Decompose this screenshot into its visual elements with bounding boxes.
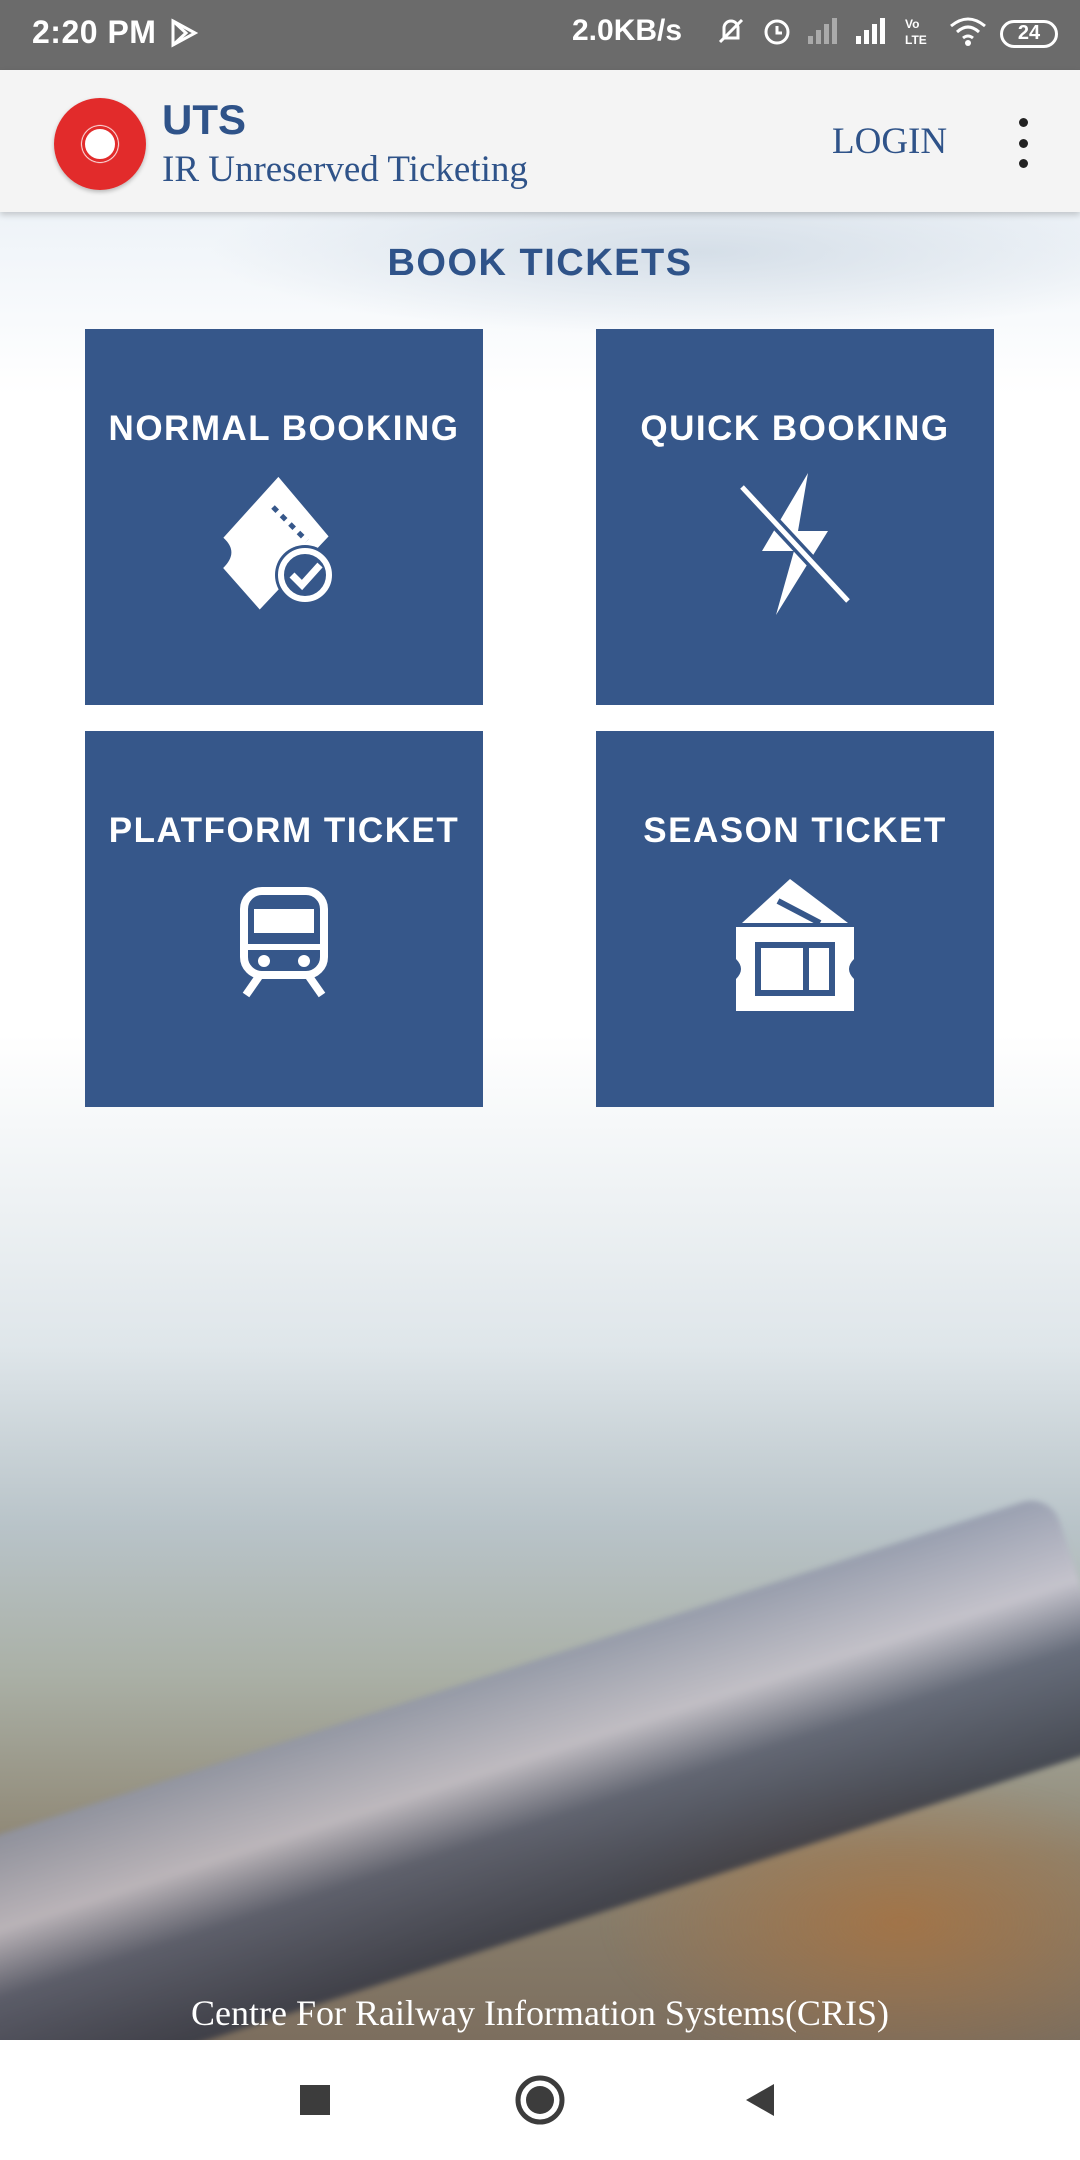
train-icon bbox=[240, 887, 328, 998]
tile-label: NORMAL BOOKING bbox=[108, 409, 460, 448]
season-ticket-icon bbox=[736, 879, 854, 1011]
normal-booking-tile[interactable]: NORMAL BOOKING bbox=[85, 329, 483, 705]
network-speed: 2.0KB/s bbox=[572, 14, 683, 47]
lightning-off-icon bbox=[737, 473, 853, 615]
svg-text:LTE: LTE bbox=[905, 33, 927, 47]
more-vert-icon[interactable] bbox=[1008, 118, 1038, 168]
back-triangle-icon bbox=[746, 2084, 774, 2116]
square-icon bbox=[300, 2085, 330, 2115]
tile-label: QUICK BOOKING bbox=[640, 409, 950, 448]
play-store-icon bbox=[170, 18, 199, 53]
app-subtitle: IR Unreserved Ticketing bbox=[162, 149, 528, 190]
signal-icon bbox=[854, 16, 890, 51]
indian-railways-logo bbox=[54, 98, 146, 190]
login-button[interactable]: LOGIN bbox=[832, 120, 947, 163]
navigation-bar bbox=[0, 2040, 1080, 2160]
ticket-check-icon bbox=[223, 476, 335, 610]
alarm-icon bbox=[760, 14, 794, 53]
svg-text:Vo: Vo bbox=[905, 17, 919, 31]
app-title: UTS bbox=[162, 96, 246, 143]
recents-button[interactable] bbox=[255, 2040, 375, 2160]
footer-credit: Centre For Railway Information Systems(C… bbox=[191, 1993, 889, 2033]
tile-label: PLATFORM TICKET bbox=[108, 811, 460, 850]
battery-icon: 24 bbox=[1000, 19, 1058, 48]
signal-icon bbox=[806, 16, 842, 51]
section-title: BOOK TICKETS bbox=[387, 242, 693, 284]
tile-label: SEASON TICKET bbox=[643, 811, 947, 850]
quick-booking-tile[interactable]: QUICK BOOKING bbox=[596, 329, 994, 705]
volte-icon: Vo LTE bbox=[902, 14, 936, 53]
mute-icon bbox=[714, 14, 748, 53]
home-button[interactable] bbox=[480, 2040, 600, 2160]
app-bar: UTS IR Unreserved Ticketing LOGIN bbox=[0, 70, 1080, 212]
season-ticket-tile[interactable]: SEASON TICKET bbox=[596, 731, 994, 1107]
platform-ticket-tile[interactable]: PLATFORM TICKET bbox=[85, 731, 483, 1107]
status-time: 2:20 PM bbox=[32, 14, 157, 50]
status-bar: 2:20 PM 2.0KB/s Vo LTE 24 bbox=[0, 0, 1080, 70]
back-button[interactable] bbox=[700, 2040, 820, 2160]
wifi-icon bbox=[948, 15, 988, 52]
circle-icon bbox=[515, 2075, 565, 2125]
